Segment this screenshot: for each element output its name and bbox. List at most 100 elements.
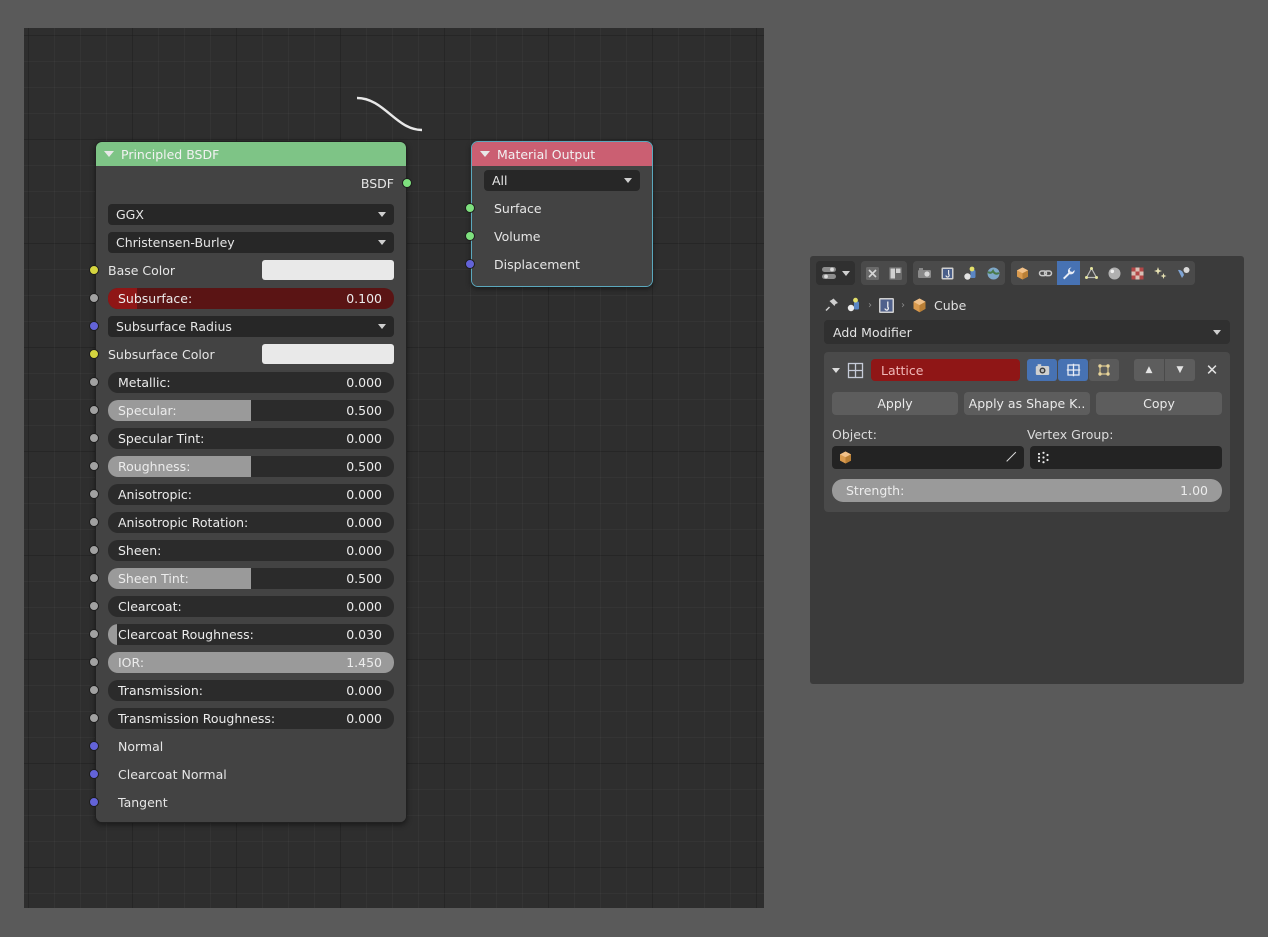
render-visibility-toggle[interactable] [1027, 359, 1057, 381]
vertex-group-field[interactable] [1030, 446, 1222, 469]
sidebar-item-physics-tab[interactable] [1172, 261, 1195, 285]
apply-as-shape-key-button[interactable]: Apply as Shape K.. [964, 392, 1090, 415]
copy-button[interactable]: Copy [1096, 392, 1222, 415]
socket-input-7[interactable] [89, 461, 99, 471]
sidebar-item-particles-tab[interactable] [1149, 261, 1172, 285]
object-field[interactable] [832, 446, 1024, 469]
node-value-slider[interactable]: Specular: 0.500 [108, 399, 394, 421]
socket-input-6[interactable] [89, 433, 99, 443]
distribution-dropdown[interactable]: GGX [108, 203, 394, 225]
node-header-principled-bsdf[interactable]: Principled BSDF [96, 142, 406, 166]
socket-input-15[interactable] [89, 685, 99, 695]
subsurface-method-dropdown[interactable]: Christensen-Burley [108, 231, 394, 253]
target-dropdown-row[interactable]: All [472, 166, 652, 194]
node-header-material-output[interactable]: Material Output [472, 142, 652, 166]
sidebar-item-texture-tab[interactable] [1126, 261, 1149, 285]
sidebar-item-output-tab[interactable] [913, 261, 936, 285]
socket-input-16[interactable] [89, 713, 99, 723]
sidebar-item-object-tab[interactable] [1011, 261, 1034, 285]
node-value-slider[interactable]: Clearcoat Roughness: 0.030 [108, 623, 394, 645]
tool-tab-group[interactable] [861, 261, 907, 285]
collapse-triangle-icon[interactable] [480, 151, 490, 157]
eyedropper-icon[interactable] [1003, 450, 1018, 465]
node-material-output[interactable]: Material Output All Surface Volume Displac… [465, 141, 653, 287]
sidebar-item-data-tab[interactable] [1080, 261, 1103, 285]
editor-type-selector[interactable] [816, 261, 855, 285]
sidebar-item-tool-tab[interactable] [861, 261, 884, 285]
socket-input-10[interactable] [89, 545, 99, 555]
node-value-slider[interactable]: Specular Tint: 0.000 [108, 427, 394, 449]
sidebar-item-render-tab[interactable] [884, 261, 907, 285]
distribution-dropdown-row[interactable]: GGX [96, 200, 406, 228]
node-editor-viewport[interactable]: Principled BSDF BSDF GGX Christensen-Bur… [24, 28, 764, 908]
node-value-slider[interactable]: Clearcoat: 0.000 [108, 595, 394, 617]
add-modifier-dropdown[interactable]: Add Modifier [824, 320, 1230, 344]
node-value-slider[interactable]: IOR: 1.450 [108, 651, 394, 673]
socket-input-4[interactable] [89, 377, 99, 387]
properties-editor[interactable]: › › Cube Add Modifier Lattice ▲ ▼ ✕ Appl… [810, 256, 1244, 684]
node-value-slider[interactable]: Anisotropic Rotation: 0.000 [108, 511, 394, 533]
socket-input-0[interactable] [465, 203, 475, 213]
modifier-name-field[interactable]: Lattice [871, 359, 1020, 381]
node-value-slider[interactable]: Transmission Roughness: 0.000 [108, 707, 394, 729]
slider-label: Transmission Roughness: [118, 710, 276, 726]
node-value-slider[interactable]: Subsurface: 0.100 [108, 287, 394, 309]
object-tab-group[interactable] [1011, 261, 1195, 285]
scene-tab-group[interactable] [913, 261, 1005, 285]
pin-icon[interactable] [824, 297, 840, 313]
vertex-group-label: Vertex Group: [1027, 427, 1114, 442]
close-icon: ✕ [1205, 361, 1219, 379]
socket-input-11[interactable] [89, 573, 99, 583]
socket-bsdf-output[interactable] [402, 178, 412, 188]
apply-button[interactable]: Apply [832, 392, 958, 415]
strength-slider[interactable]: Strength: 1.00 [832, 479, 1222, 502]
scene-spheres-icon[interactable] [846, 297, 862, 313]
node-input-dropdown[interactable]: Subsurface Radius [108, 315, 394, 337]
sidebar-item-material-tab[interactable] [1103, 261, 1126, 285]
realtime-visibility-toggle[interactable] [1058, 359, 1088, 381]
vertex-group-icon [1037, 451, 1049, 464]
node-value-slider[interactable]: Sheen Tint: 0.500 [108, 567, 394, 589]
socket-input-2[interactable] [465, 259, 475, 269]
node-value-slider[interactable]: Transmission: 0.000 [108, 679, 394, 701]
breadcrumb: › › Cube [810, 290, 1244, 320]
delete-modifier-button[interactable]: ✕ [1202, 359, 1222, 381]
socket-input-2[interactable] [89, 321, 99, 331]
move-modifier-up-button[interactable]: ▲ [1134, 359, 1164, 381]
sidebar-item-constraints-tab[interactable] [1034, 261, 1057, 285]
cube-icon[interactable] [911, 297, 928, 314]
socket-input-8[interactable] [89, 489, 99, 499]
target-dropdown[interactable]: All [484, 169, 640, 191]
collapse-triangle-icon[interactable] [104, 151, 114, 157]
socket-input-13[interactable] [89, 629, 99, 639]
node-principled-bsdf[interactable]: Principled BSDF BSDF GGX Christensen-Bur… [89, 141, 412, 823]
socket-input-1[interactable] [465, 231, 475, 241]
socket-input-3[interactable] [89, 349, 99, 359]
node-value-slider[interactable]: Sheen: 0.000 [108, 539, 394, 561]
socket-input-5[interactable] [89, 405, 99, 415]
sidebar-item-modifiers-tab[interactable] [1057, 261, 1080, 285]
sidebar-item-world-tab[interactable] [982, 261, 1005, 285]
socket-input-1[interactable] [89, 293, 99, 303]
modifier-data-icon[interactable] [878, 297, 895, 314]
node-value-slider[interactable]: Anisotropic: 0.000 [108, 483, 394, 505]
edit-mode-toggle[interactable] [1089, 359, 1119, 381]
socket-input-14[interactable] [89, 657, 99, 667]
node-value-slider[interactable]: Roughness: 0.500 [108, 455, 394, 477]
sidebar-item-scene-tab[interactable] [959, 261, 982, 285]
socket-input-18[interactable] [89, 769, 99, 779]
socket-input-0[interactable] [89, 265, 99, 275]
color-swatch[interactable] [262, 344, 394, 364]
node-value-slider[interactable]: Metallic: 0.000 [108, 371, 394, 393]
node-title: Principled BSDF [121, 146, 220, 162]
sidebar-item-view-layer-tab[interactable] [936, 261, 959, 285]
chevron-down-icon[interactable] [832, 367, 840, 373]
move-modifier-down-button[interactable]: ▼ [1165, 359, 1195, 381]
output-socket-label: BSDF [360, 175, 394, 191]
socket-input-17[interactable] [89, 741, 99, 751]
socket-input-19[interactable] [89, 797, 99, 807]
socket-input-12[interactable] [89, 601, 99, 611]
subsurface-method-dropdown-row[interactable]: Christensen-Burley [96, 228, 406, 256]
color-swatch[interactable] [262, 260, 394, 280]
socket-input-9[interactable] [89, 517, 99, 527]
